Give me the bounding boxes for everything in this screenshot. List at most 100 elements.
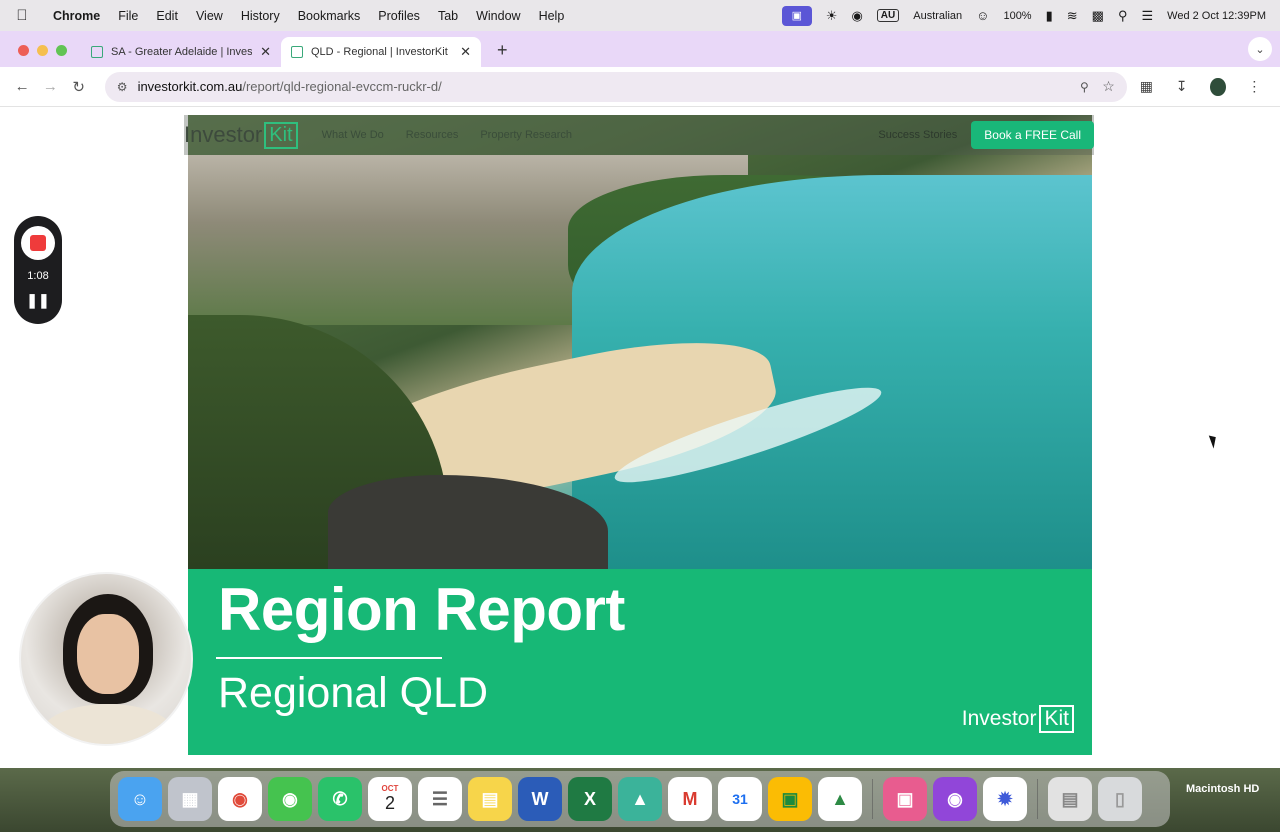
google-calendar-icon[interactable]: 31 xyxy=(718,777,762,821)
screen-record-icon[interactable]: ▣ xyxy=(781,5,812,26)
menu-edit[interactable]: Edit xyxy=(147,9,187,23)
tab-search-icon[interactable]: ⌄ xyxy=(1248,37,1272,61)
app-status-icon[interactable]: ▩ xyxy=(1092,8,1104,24)
title-divider xyxy=(216,657,442,659)
google-chat-icon[interactable]: ▣ xyxy=(768,777,812,821)
download-icon[interactable]: ↧ xyxy=(1166,78,1197,95)
webcam-shirt xyxy=(41,704,175,744)
menu-window[interactable]: Window xyxy=(467,9,529,23)
excel-icon[interactable]: X xyxy=(568,777,612,821)
zoom-window-button[interactable] xyxy=(56,45,67,56)
nav-success-stories[interactable]: Success Stories xyxy=(878,129,957,141)
band-logo: Investor Kit xyxy=(962,705,1074,733)
mountain-app-icon[interactable]: ▲ xyxy=(618,777,662,821)
close-window-button[interactable] xyxy=(18,45,29,56)
address-bar[interactable]: ⚙ investorkit.com.au /report/qld-regiona… xyxy=(104,71,1127,102)
menu-view[interactable]: View xyxy=(187,9,232,23)
reminders-icon[interactable]: ☰ xyxy=(418,777,462,821)
stop-recording-button[interactable] xyxy=(21,226,55,260)
region-report: Investor Kit What We Do Resources Proper… xyxy=(184,115,1094,763)
browser-toolbar: ← → ↻ ⚙ investorkit.com.au /report/qld-r… xyxy=(0,67,1280,107)
wifi-icon[interactable]: ≋ xyxy=(1067,8,1078,24)
battery-icon[interactable]: ▮ xyxy=(1046,8,1053,24)
nav-what-we-do[interactable]: What We Do xyxy=(322,129,384,141)
recording-controls: 1:08 ❚❚ xyxy=(14,216,62,324)
input-code[interactable]: AU xyxy=(876,9,900,22)
favicon-icon xyxy=(91,46,103,58)
focus-icon[interactable]: ◉ xyxy=(851,8,862,24)
nav-property-research[interactable]: Property Research xyxy=(480,129,572,141)
window-controls xyxy=(0,45,81,67)
menu-history[interactable]: History xyxy=(232,9,289,23)
bookmark-star-icon[interactable]: ☆ xyxy=(1102,78,1115,95)
favicon-icon xyxy=(291,46,303,58)
settings-icon[interactable]: ✹ xyxy=(983,777,1027,821)
report-title: Region Report xyxy=(218,576,625,643)
launchpad-icon[interactable]: ▦ xyxy=(168,777,212,821)
site-info-icon[interactable]: ⚙ xyxy=(117,80,128,94)
tab-title: QLD - Regional | InvestorKit xyxy=(311,46,448,58)
input-source-label[interactable]: Australian xyxy=(913,10,962,22)
close-tab-icon[interactable]: ✕ xyxy=(260,44,271,60)
site-logo[interactable]: Investor Kit xyxy=(184,121,298,149)
gcal-day: 31 xyxy=(732,791,748,807)
brightness-icon[interactable]: ☀ xyxy=(826,8,838,24)
extensions-icon[interactable]: ▦ xyxy=(1131,78,1162,95)
pause-icon[interactable]: ❚❚ xyxy=(26,292,49,309)
gmail-icon[interactable]: M xyxy=(668,777,712,821)
logo-word: Investor xyxy=(184,122,263,147)
tab-sa-adelaide[interactable]: SA - Greater Adelaide | Invest ✕ xyxy=(81,37,281,67)
minimize-window-button[interactable] xyxy=(37,45,48,56)
tab-bar: SA - Greater Adelaide | Invest ✕ QLD - R… xyxy=(0,31,1280,67)
menu-kebab-icon[interactable]: ⋮ xyxy=(1239,78,1270,95)
url-path: /report/qld-regional-evccm-ruckr-d/ xyxy=(242,79,442,94)
word-icon[interactable]: W xyxy=(518,777,562,821)
search-icon[interactable]: ⚲ xyxy=(1118,8,1128,24)
calendar-icon[interactable]: OCT 2 xyxy=(368,777,412,821)
control-center-icon[interactable]: ☰ xyxy=(1141,8,1153,24)
whatsapp-icon[interactable]: ✆ xyxy=(318,777,362,821)
menu-app-name[interactable]: Chrome xyxy=(44,9,109,23)
profile-avatar[interactable] xyxy=(1210,77,1226,96)
reload-icon[interactable]: ↻ xyxy=(67,78,91,96)
xlsx-file-icon[interactable]: ▤ xyxy=(1048,777,1092,821)
menu-bookmarks[interactable]: Bookmarks xyxy=(289,9,370,23)
nav-resources[interactable]: Resources xyxy=(406,129,459,141)
new-tab-icon[interactable]: + xyxy=(481,40,522,67)
close-tab-icon[interactable]: ✕ xyxy=(460,44,471,60)
finder-icon[interactable]: ☺ xyxy=(118,777,162,821)
dock: ☺ ▦ ◉ ◉ ✆ OCT 2 ☰ ▤ W X ▲ M 31 ▣ ▲ ▣ ◉ ✹… xyxy=(110,771,1170,827)
calendar-day: 2 xyxy=(384,793,395,813)
menu-profiles[interactable]: Profiles xyxy=(369,9,429,23)
stop-icon xyxy=(30,235,46,251)
clock[interactable]: Wed 2 Oct 12:39PM xyxy=(1167,10,1266,22)
book-call-button[interactable]: Book a FREE Call xyxy=(971,121,1094,149)
forward-icon[interactable]: → xyxy=(38,78,62,95)
zoom-icon[interactable]: ⚲ xyxy=(1080,80,1089,94)
menu-tab[interactable]: Tab xyxy=(429,9,467,23)
logo-word: Investor xyxy=(961,707,1037,730)
apple-icon[interactable]:  xyxy=(0,7,44,24)
macintosh-hd-label[interactable]: Macintosh HD xyxy=(1186,783,1259,795)
menu-help[interactable]: Help xyxy=(530,9,574,23)
podcasts-icon[interactable]: ◉ xyxy=(933,777,977,821)
user-icon[interactable]: ☺ xyxy=(976,8,989,23)
webcam-bubble[interactable] xyxy=(19,572,193,746)
hero-rocks xyxy=(328,475,608,569)
trash-icon[interactable]: ▯ xyxy=(1098,777,1142,821)
dock-separator xyxy=(1037,779,1038,819)
calendar-month: OCT xyxy=(381,784,399,793)
battery-percent: 100% xyxy=(1003,9,1032,22)
menu-file[interactable]: File xyxy=(109,9,147,23)
url-host: investorkit.com.au xyxy=(137,79,243,94)
report-title-band: Region Report Regional QLD Investor Kit xyxy=(188,569,1092,755)
screen-app-icon[interactable]: ▣ xyxy=(883,777,927,821)
messages-icon[interactable]: ◉ xyxy=(268,777,312,821)
notes-icon[interactable]: ▤ xyxy=(468,777,512,821)
tab-qld-regional[interactable]: QLD - Regional | InvestorKit ✕ xyxy=(281,37,481,67)
back-icon[interactable]: ← xyxy=(10,78,34,95)
tab-title: SA - Greater Adelaide | Invest xyxy=(111,46,253,58)
google-drive-icon[interactable]: ▲ xyxy=(818,777,862,821)
site-nav: Investor Kit What We Do Resources Proper… xyxy=(184,115,1094,155)
chrome-icon[interactable]: ◉ xyxy=(218,777,262,821)
